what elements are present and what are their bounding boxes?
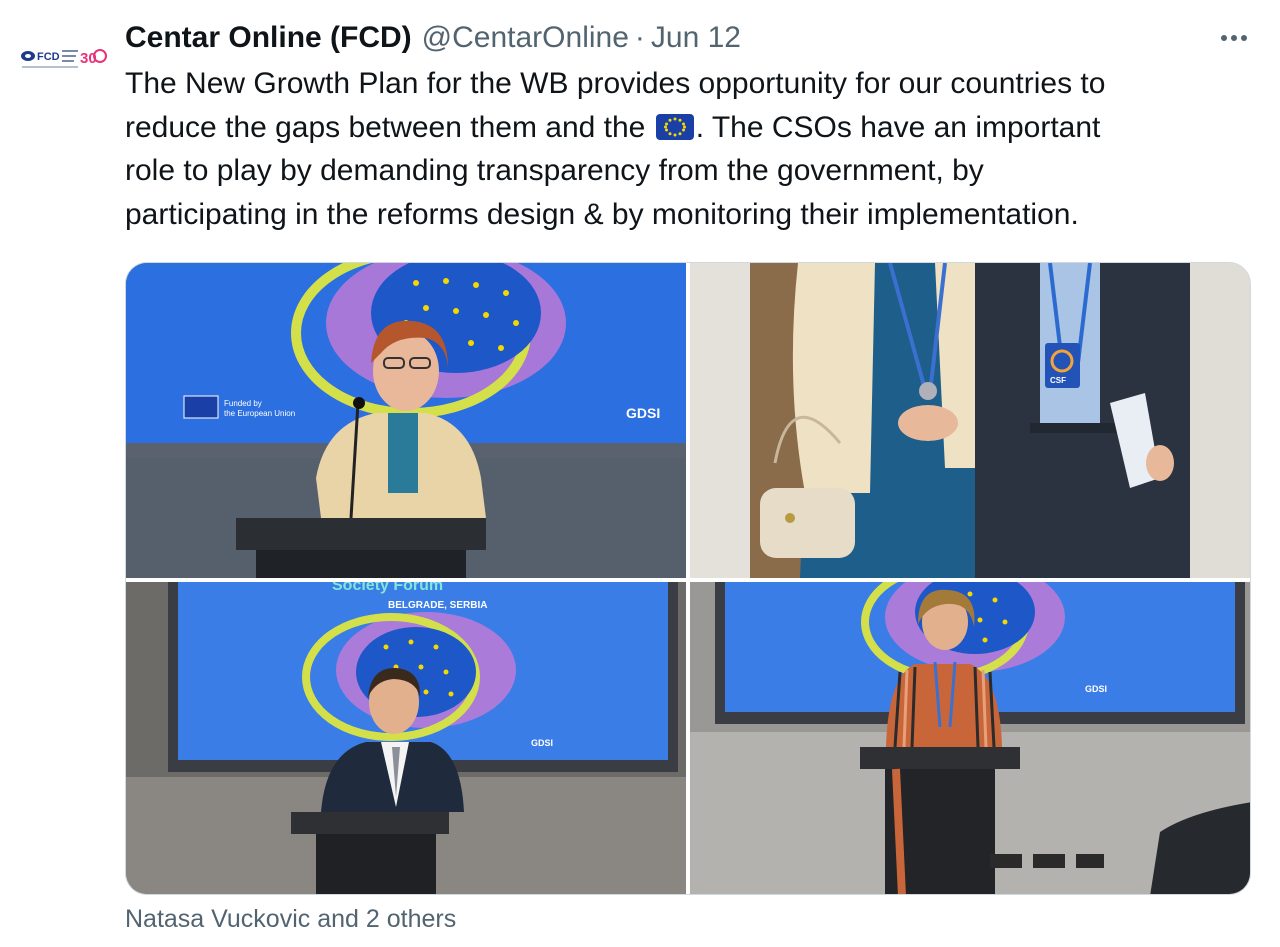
photo-two-people[interactable]: CSF — [690, 263, 1250, 578]
tweet-line: participating in the reforms design & by… — [125, 197, 1079, 231]
media-grid: Funded by the European Union GDSI CSF So… — [125, 262, 1251, 895]
svg-text:the European Union: the European Union — [224, 409, 295, 418]
tweet-line: The New Growth Plan for the WB provides … — [125, 67, 1106, 100]
svg-text:GDSI: GDSI — [1085, 684, 1107, 694]
eu-flag-icon — [655, 113, 694, 140]
svg-text:GDSI: GDSI — [531, 738, 553, 748]
more-options-icon[interactable] — [1212, 20, 1256, 56]
tweet-line: reduce the gaps between them and the . T… — [125, 106, 1245, 150]
svg-text:Society Forum: Society Forum — [332, 582, 443, 594]
author-handle[interactable]: @CentarOnline — [422, 21, 629, 55]
tweet-line-part: . The CSOs have an important — [695, 110, 1101, 144]
fcd-logo: FCD 30 — [21, 49, 107, 68]
svg-text:CSF: CSF — [1050, 376, 1066, 385]
photo-speaker-striped[interactable]: GDSI — [690, 582, 1250, 894]
photo-speaker-man[interactable]: Society Forum BELGRADE, SERBIA GDSI — [126, 582, 686, 894]
tagged-users[interactable]: Natasa Vuckovic and 2 others — [125, 905, 456, 934]
svg-text:GDSI: GDSI — [626, 405, 660, 421]
author-name[interactable]: Centar Online (FCD) — [125, 21, 412, 55]
tweet-line: role to play by demanding transparency f… — [125, 154, 984, 187]
tweet-date[interactable]: Jun 12 — [651, 21, 741, 55]
avatar[interactable]: FCD 30 — [18, 36, 110, 80]
photo-speaker-woman[interactable]: Funded by the European Union GDSI — [126, 263, 686, 578]
tweet-header: Centar Online (FCD) @CentarOnline · Jun … — [125, 18, 1260, 58]
svg-text:BELGRADE, SERBIA: BELGRADE, SERBIA — [388, 600, 487, 611]
tweet-line-part: reduce the gaps between them and the — [125, 110, 646, 144]
svg-text:FCD: FCD — [37, 51, 60, 63]
separator-dot: · — [634, 21, 645, 54]
svg-text:Funded by: Funded by — [224, 399, 262, 408]
tweet-text: The New Growth Plan for the WB provides … — [125, 62, 1245, 236]
